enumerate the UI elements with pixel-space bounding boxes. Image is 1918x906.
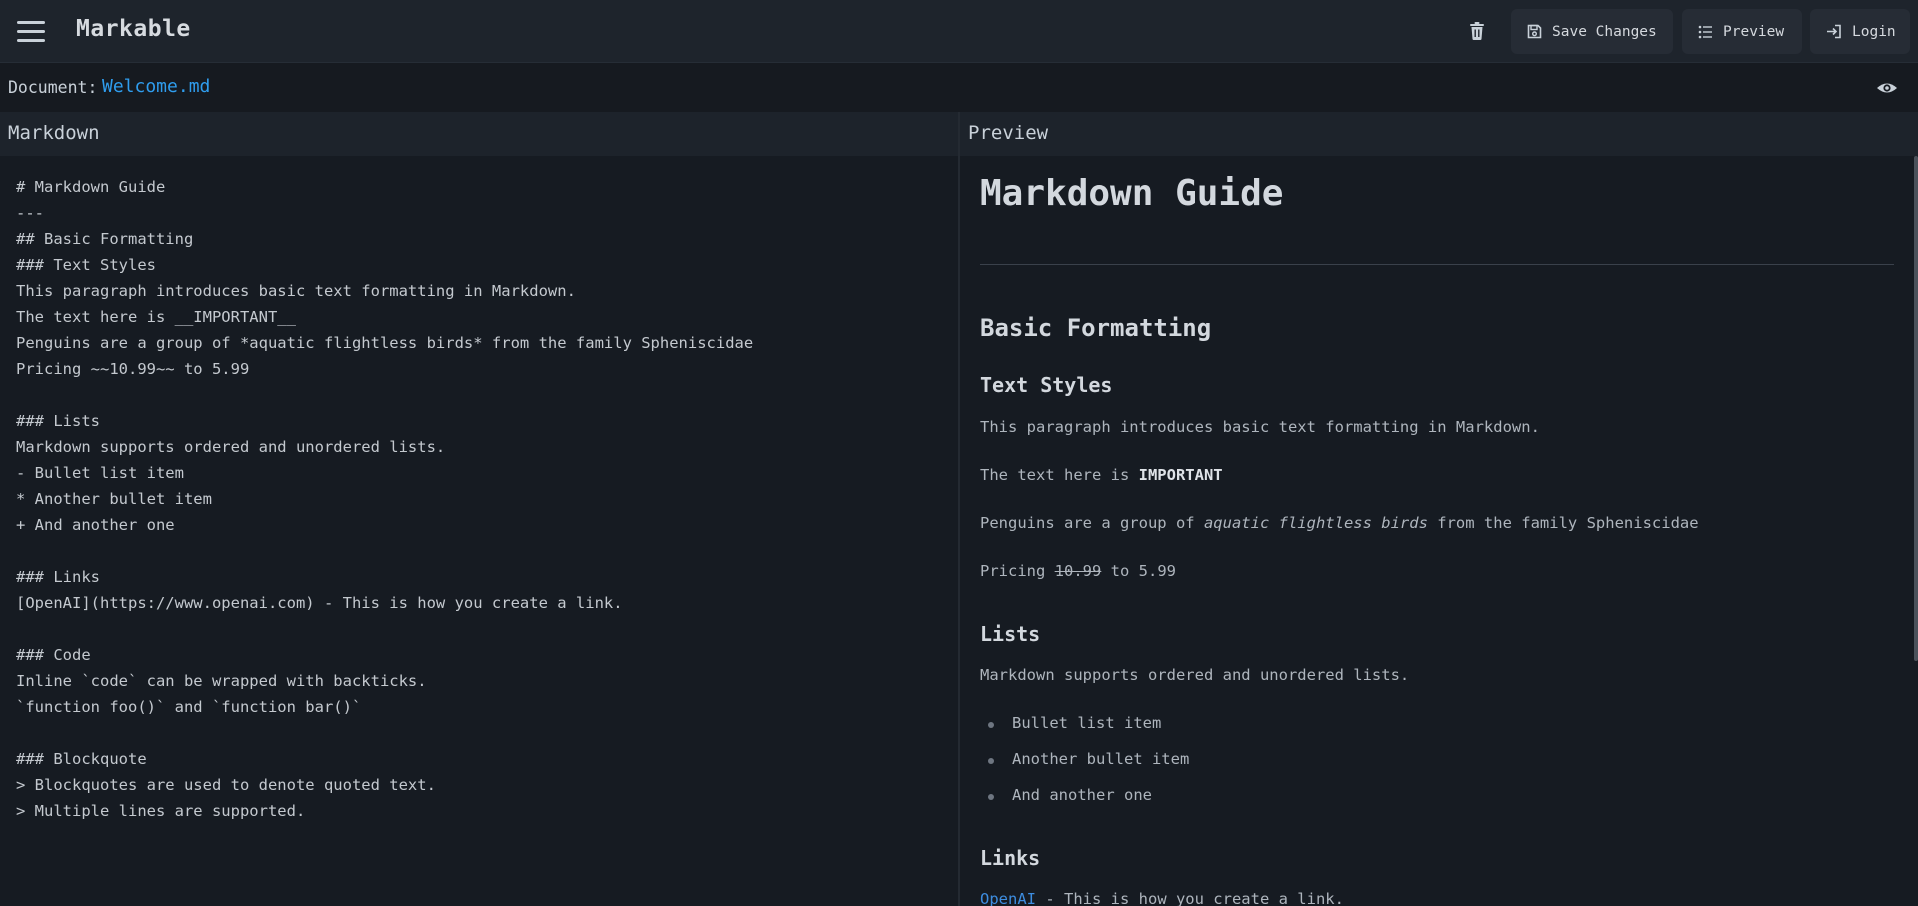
preview-h2-basic-formatting: Basic Formatting <box>980 314 1212 342</box>
preview-panel: Markdown Guide Basic Formatting Text Sty… <box>960 156 1918 906</box>
preview-button[interactable]: Preview <box>1682 9 1802 54</box>
preview-text: The text here is <box>980 466 1139 484</box>
preview-scrollbar[interactable] <box>1914 156 1918 661</box>
hamburger-menu-icon[interactable] <box>14 18 50 46</box>
list-item: Another bullet item <box>1012 750 1190 768</box>
markdown-panel-header: Markdown <box>0 112 958 156</box>
list-bullet <box>988 794 994 800</box>
preview-h3-lists: Lists <box>980 622 1041 646</box>
trash-icon <box>1470 22 1484 40</box>
preview-paragraph-lists: Markdown supports ordered and unordered … <box>980 666 1410 684</box>
list-item: Bullet list item <box>1012 714 1162 732</box>
delete-button[interactable] <box>1462 16 1492 46</box>
preview-panel-header: Preview <box>960 112 1918 156</box>
preview-paragraph-important: The text here is IMPORTANT <box>980 466 1223 484</box>
list-item: And another one <box>1012 786 1152 804</box>
save-changes-button[interactable]: Save Changes <box>1511 9 1673 54</box>
top-bar: Markable Save Changes Preview Login <box>0 0 1918 63</box>
preview-paragraph: This paragraph introduces basic text for… <box>980 418 1540 436</box>
preview-paragraph-penguins: Penguins are a group of aquatic flightle… <box>980 514 1699 532</box>
login-icon <box>1827 24 1841 39</box>
preview-paragraph-pricing: Pricing 10.99 to 5.99 <box>980 562 1176 580</box>
document-name[interactable]: Welcome.md <box>102 76 210 97</box>
preview-strike-text: 10.99 <box>1054 562 1102 580</box>
preview-italic-text: aquatic flightless birds <box>1203 514 1428 532</box>
preview-h3-text-styles: Text Styles <box>980 373 1113 397</box>
list-bullet <box>988 722 994 728</box>
login-button-label: Login <box>1852 23 1896 40</box>
preview-h1: Markdown Guide <box>980 173 1284 214</box>
preview-text: from the family Spheniscidae <box>1427 514 1699 532</box>
eye-icon[interactable] <box>1876 80 1898 96</box>
app-title: Markable <box>76 16 191 42</box>
document-bar: Document: Welcome.md <box>0 63 1918 112</box>
list-icon <box>1698 25 1712 38</box>
preview-text: - This is how you create a link. <box>1036 890 1344 906</box>
preview-text: Penguins are a group of <box>980 514 1204 532</box>
preview-panel-title: Preview <box>968 122 1049 144</box>
preview-hr <box>980 264 1894 265</box>
markdown-panel-title: Markdown <box>8 122 100 144</box>
login-button[interactable]: Login <box>1810 9 1910 54</box>
markdown-editor-panel: # Markdown Guide --- ## Basic Formatting… <box>0 156 958 906</box>
openai-link[interactable]: OpenAI <box>980 890 1036 906</box>
list-bullet <box>988 758 994 764</box>
save-changes-label: Save Changes <box>1552 23 1657 40</box>
document-label: Document: <box>8 78 98 97</box>
preview-text: Pricing <box>980 562 1055 580</box>
preview-text: to 5.99 <box>1101 562 1176 580</box>
floppy-disk-icon <box>1527 24 1542 39</box>
preview-button-label: Preview <box>1723 23 1785 40</box>
preview-h3-links: Links <box>980 846 1041 870</box>
markdown-editor[interactable]: # Markdown Guide --- ## Basic Formatting… <box>16 174 753 824</box>
preview-paragraph-links: OpenAI - This is how you create a link. <box>980 890 1344 906</box>
preview-bold-text: IMPORTANT <box>1138 466 1223 484</box>
